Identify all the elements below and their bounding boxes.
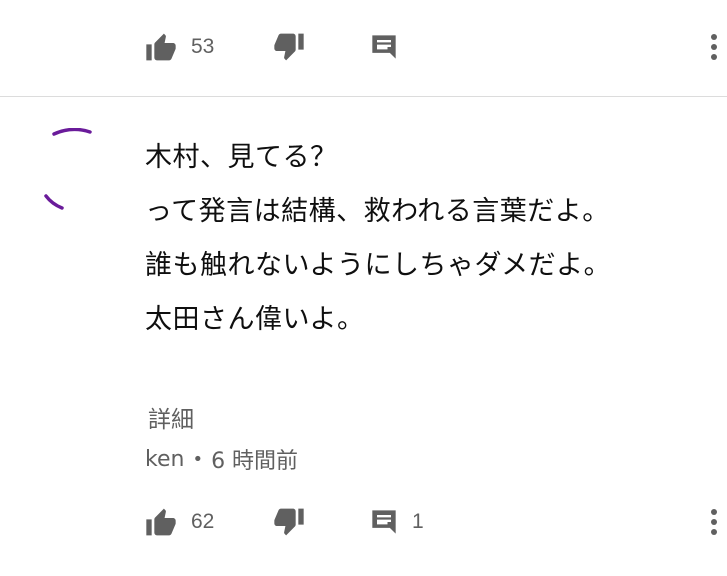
previous-comment-actions: 53 — [0, 27, 727, 67]
comment-actions: 62 1 — [0, 502, 727, 542]
comment-line: 木村、見てる？ — [145, 142, 338, 173]
dislike-button[interactable] — [273, 502, 305, 542]
more-options-button[interactable] — [701, 502, 727, 542]
thumbs-down-icon — [274, 33, 304, 61]
thumbs-up-icon — [146, 508, 176, 536]
thumbs-down-icon — [274, 508, 304, 536]
comment-divider — [0, 96, 727, 97]
avatar[interactable] — [38, 127, 112, 218]
comment-line: 太田さん偉いよ。 — [145, 304, 365, 335]
comment-icon — [372, 510, 396, 534]
meta-separator: • — [192, 448, 204, 470]
author-name[interactable]: ken — [145, 447, 184, 472]
comment-icon — [372, 35, 396, 59]
more-vert-icon — [711, 509, 717, 535]
more-options-button[interactable] — [701, 27, 727, 67]
comment-line: 誰も触れないようにしちゃダメだよ。 — [145, 250, 612, 281]
dislike-button[interactable] — [273, 27, 305, 67]
thumbs-up-icon — [146, 33, 176, 61]
reply-count: 1 — [412, 510, 424, 533]
like-count: 62 — [191, 510, 215, 533]
more-vert-icon — [711, 34, 717, 60]
reply-button[interactable] — [370, 27, 398, 67]
comment-time: 6 時間前 — [211, 449, 299, 474]
like-button[interactable]: 53 — [145, 27, 214, 67]
reply-button[interactable]: 1 — [370, 502, 424, 542]
avatar-ring-icon — [44, 127, 92, 210]
like-button[interactable]: 62 — [145, 502, 214, 542]
comment-line: って発言は結構、救われる言葉だよ。 — [145, 196, 610, 227]
comment-meta: ken • 6 時間前 — [145, 443, 298, 475]
comment-body: 木村、見てる？ って発言は結構、救われる言葉だよ。 誰も触れないようにしちゃダメ… — [145, 131, 705, 347]
read-more-link[interactable]: 詳細 — [148, 400, 194, 434]
like-count: 53 — [191, 35, 215, 58]
